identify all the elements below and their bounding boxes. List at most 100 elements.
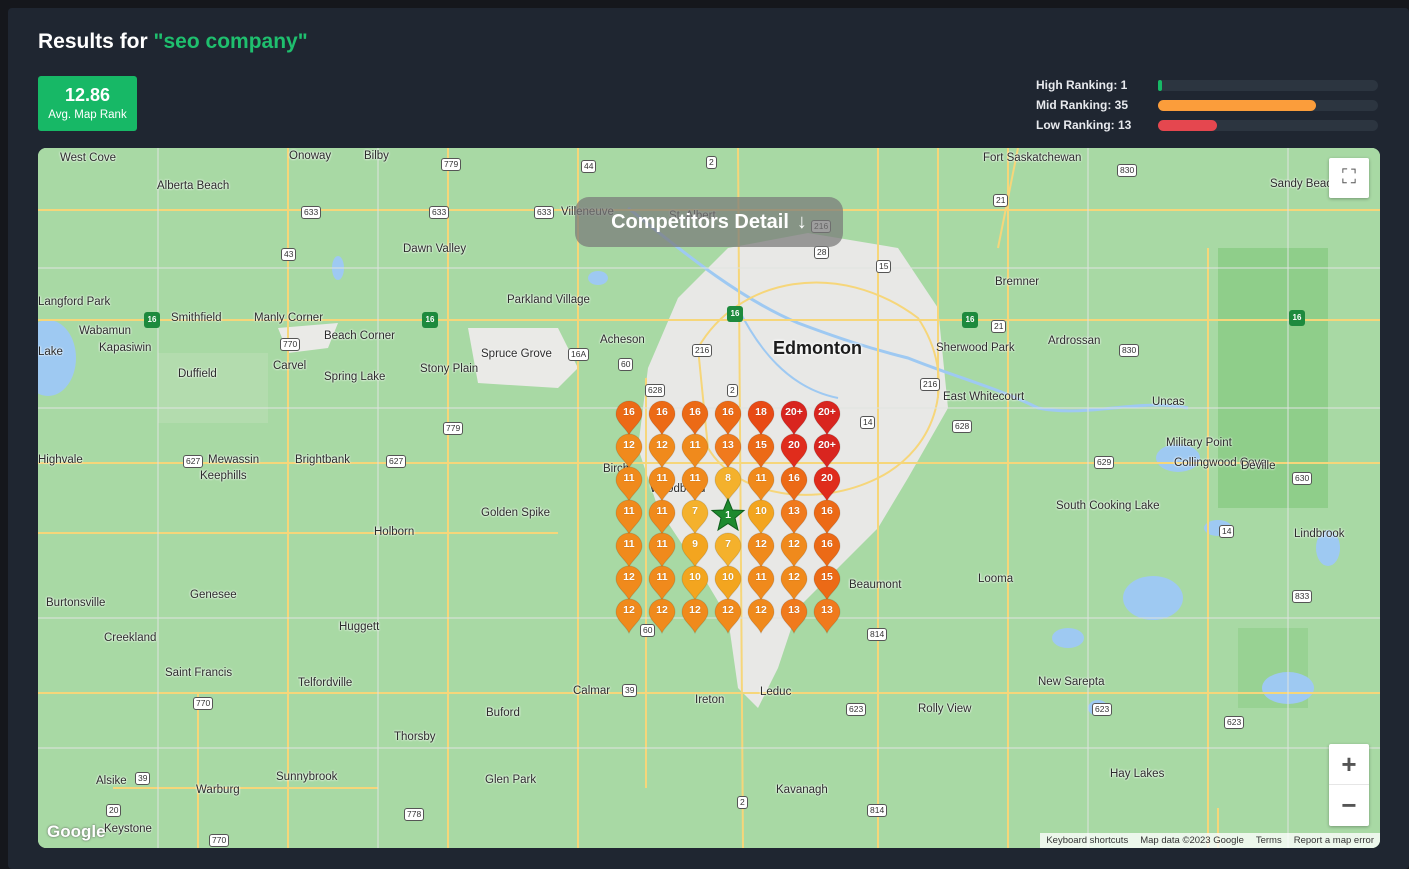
zoom-in-button[interactable]: + (1329, 744, 1369, 785)
rank-pin[interactable]: 12 (779, 565, 809, 601)
top-rank-star-pin[interactable]: 1 (710, 497, 746, 533)
place-label: Golden Spike (481, 507, 551, 519)
place-label: Deville (1241, 460, 1276, 472)
fullscreen-button[interactable]: ⛶ (1329, 158, 1369, 198)
rank-pin[interactable]: 16 (647, 400, 677, 436)
rank-pin[interactable]: 11 (614, 532, 644, 568)
rank-pin[interactable]: 20+ (779, 400, 809, 436)
rank-pin[interactable]: 18 (746, 400, 776, 436)
high-ranking-label: High Ranking: 1 (1036, 78, 1128, 92)
highway-shield: 60 (618, 358, 634, 371)
place-label: Manly Corner (254, 312, 324, 324)
place-label: Duffield (178, 368, 217, 380)
rank-pin[interactable]: 12 (614, 565, 644, 601)
rank-pin[interactable]: 12 (746, 532, 776, 568)
rank-pin[interactable]: 13 (713, 433, 743, 469)
rank-pin[interactable]: 12 (614, 598, 644, 634)
rank-pin[interactable]: 11 (647, 499, 677, 535)
results-panel: Results for "seo company" 12.86 Avg. Map… (8, 8, 1409, 869)
rank-pin[interactable]: 7 (680, 499, 710, 535)
rank-pin[interactable]: 15 (746, 433, 776, 469)
rank-pin[interactable]: 12 (680, 598, 710, 634)
rank-value: 12 (689, 604, 701, 616)
rank-pin[interactable]: 11 (647, 466, 677, 502)
rank-pin[interactable]: 12 (713, 598, 743, 634)
rank-value: 16 (623, 406, 635, 418)
map-view[interactable]: West CoveOnowayBilbyAlberta BeachVillene… (38, 148, 1380, 848)
rank-value: 12 (788, 538, 800, 550)
highway-shield: 39 (135, 772, 151, 785)
place-label: Carvel (273, 360, 307, 372)
rank-pin[interactable]: 13 (779, 499, 809, 535)
rank-pin[interactable]: 12 (779, 532, 809, 568)
rank-pin[interactable]: 11 (647, 532, 677, 568)
terms-link[interactable]: Terms (1256, 833, 1282, 848)
rank-pin[interactable]: 12 (614, 433, 644, 469)
rank-pin[interactable]: 13 (779, 598, 809, 634)
rank-pin[interactable]: 16 (812, 532, 842, 568)
place-label: Highvale (38, 454, 83, 466)
rank-value: 11 (656, 571, 668, 583)
rank-pin[interactable]: 20 (812, 466, 842, 502)
rank-pin[interactable]: 13 (812, 598, 842, 634)
rank-pin[interactable]: 11 (614, 499, 644, 535)
place-label: Uncas (1152, 396, 1185, 408)
rank-value: 1 (725, 509, 731, 521)
rank-pin[interactable]: 16 (812, 499, 842, 535)
rank-value: 12 (788, 571, 800, 583)
report-error-link[interactable]: Report a map error (1294, 833, 1374, 848)
place-label: Beach Corner (324, 330, 395, 342)
highway-shield: 16 (727, 306, 743, 322)
keyboard-shortcuts-link[interactable]: Keyboard shortcuts (1046, 833, 1128, 848)
rank-pin[interactable]: 15 (812, 565, 842, 601)
rank-pin[interactable]: 20+ (812, 433, 842, 469)
place-label: Wabamun (79, 325, 131, 337)
high-ranking-fill (1158, 80, 1163, 91)
rank-pin[interactable]: 10 (680, 565, 710, 601)
map-attribution: Keyboard shortcuts Map data ©2023 Google… (1040, 833, 1380, 848)
rank-pin[interactable]: 11 (746, 565, 776, 601)
rank-pin[interactable]: 11 (680, 433, 710, 469)
rank-pin[interactable]: 11 (647, 565, 677, 601)
city-label-edmonton: Edmonton (773, 338, 862, 358)
rank-value: 20+ (785, 406, 803, 418)
place-label: Alsike (96, 775, 127, 787)
rank-pin[interactable]: 16 (713, 400, 743, 436)
rank-pin[interactable]: 10 (713, 565, 743, 601)
place-label: Military Point (1166, 437, 1232, 449)
highway-shield: 16 (962, 312, 978, 328)
rank-value: 16 (656, 406, 668, 418)
rank-pin[interactable]: 10 (746, 499, 776, 535)
rank-pin[interactable]: 11 (614, 466, 644, 502)
place-label: Brightbank (295, 454, 350, 466)
rank-pin[interactable]: 9 (680, 532, 710, 568)
rank-pin[interactable]: 12 (647, 433, 677, 469)
place-label: Looma (978, 573, 1014, 585)
rank-pin[interactable]: 16 (614, 400, 644, 436)
rank-value: 11 (623, 538, 635, 550)
rank-pin[interactable]: 12 (647, 598, 677, 634)
rank-pin[interactable]: 11 (746, 466, 776, 502)
place-label: Lake (38, 346, 63, 358)
rank-value: 11 (623, 472, 635, 484)
competitors-detail-button[interactable]: Competitors Detail ↓ (575, 197, 843, 247)
rank-pin[interactable]: 16 (680, 400, 710, 436)
rank-value: 13 (788, 604, 800, 616)
title-prefix: Results for (38, 30, 154, 53)
place-label: Spring Lake (324, 371, 386, 383)
rank-value: 12 (755, 604, 767, 616)
rank-pin[interactable]: 20+ (812, 400, 842, 436)
place-label: Bremner (995, 276, 1040, 288)
rank-pin[interactable]: 12 (746, 598, 776, 634)
rank-value: 11 (656, 538, 668, 550)
map-data-label: Map data ©2023 Google (1140, 835, 1244, 846)
zoom-out-button[interactable]: − (1329, 785, 1369, 826)
low-ranking-fill (1158, 120, 1218, 131)
rank-value: 16 (821, 505, 833, 517)
rank-pin[interactable]: 20 (779, 433, 809, 469)
highway-shield: 14 (860, 416, 876, 429)
rank-pin[interactable]: 7 (713, 532, 743, 568)
place-label: Bilby (364, 150, 389, 162)
rank-pin[interactable]: 11 (680, 466, 710, 502)
rank-pin[interactable]: 16 (779, 466, 809, 502)
